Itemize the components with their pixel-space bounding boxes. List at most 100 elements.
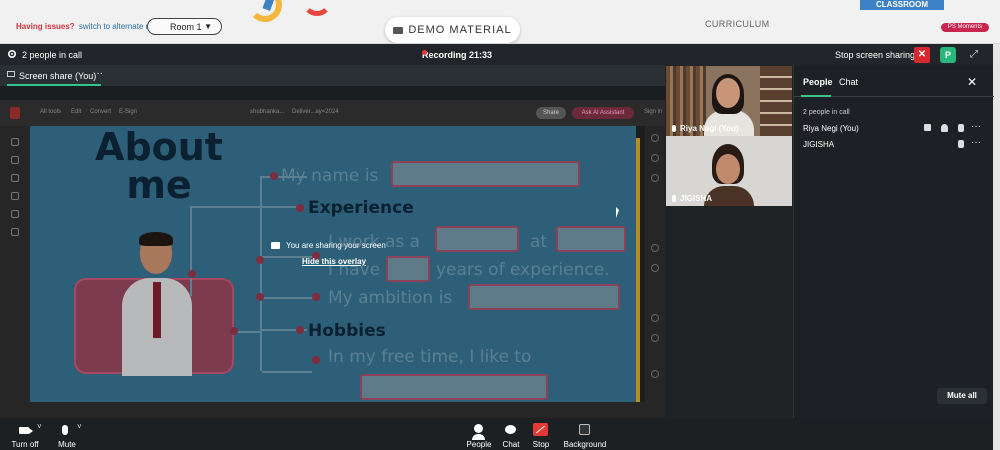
slide-input-box	[435, 226, 519, 252]
video-tile[interactable]: Riya Negi (You)	[666, 66, 792, 136]
people-label: People	[466, 440, 492, 449]
acrobat-filename: shubhanka...	[250, 109, 285, 115]
tab-screen-share[interactable]: Screen share (You)	[19, 71, 96, 81]
tool-icon	[651, 264, 659, 272]
tool-icon	[11, 192, 19, 200]
chat-button[interactable]: Chat	[496, 418, 526, 450]
tool-icon	[651, 154, 659, 162]
acrobat-bottom-bar	[0, 402, 665, 418]
acrobat-logo-icon	[10, 107, 20, 119]
ps-moments-badge[interactable]: PS Moments	[941, 23, 989, 32]
tool-icon	[11, 210, 19, 218]
call-header: 2 people in call Recording 21:33 Stop sc…	[0, 44, 993, 65]
mute-button[interactable]: ˅ Mute	[50, 418, 84, 450]
tool-icon	[11, 156, 19, 164]
slide-text: In my free time, I like to	[328, 347, 532, 367]
stop-share-button[interactable]: Stop	[526, 418, 556, 450]
chat-icon	[505, 425, 516, 434]
node-dot	[296, 326, 304, 334]
tool-icon	[651, 314, 659, 322]
close-icon[interactable]: ✕	[967, 75, 977, 89]
mic-icon	[62, 425, 68, 435]
slide-text: years of experience.	[436, 260, 610, 280]
video-name-label: Riya Negi (You)	[672, 124, 739, 133]
node-dot	[256, 256, 264, 264]
slide-text: My name is	[281, 166, 379, 186]
stop-sharing-button[interactable]: ✕	[914, 47, 930, 63]
demo-material-button[interactable]: DEMO MATERIAL	[385, 17, 520, 43]
acrobat-menu-item: Convert	[90, 109, 112, 115]
demo-material-label: DEMO MATERIAL	[408, 24, 512, 36]
chevron-down-icon[interactable]: ˅	[37, 422, 42, 431]
slide-text: at	[530, 232, 548, 252]
tab-people[interactable]: People	[803, 77, 833, 87]
people-panel: People Chat ✕ 2 people in call Riya Negi…	[793, 65, 994, 418]
acrobat-menu-item: E-Sign	[119, 109, 138, 115]
acrobat-ai-button: Ask AI Assistant	[572, 107, 634, 119]
panel-tabs: People Chat ✕	[794, 65, 994, 97]
more-options-icon[interactable]: ···	[971, 121, 981, 132]
chevron-down-icon[interactable]: ˅	[77, 422, 82, 431]
tool-icon	[651, 134, 659, 142]
people-count: 2 people in call	[22, 50, 83, 60]
mic-icon[interactable]	[958, 124, 964, 132]
folder-icon	[393, 26, 404, 34]
pin-icon[interactable]	[941, 124, 948, 132]
background-button[interactable]: Background	[556, 418, 614, 450]
mute-all-button[interactable]: Mute all	[937, 388, 987, 404]
slide-input-box	[360, 374, 548, 400]
issues-text: Having issues?	[16, 22, 75, 31]
tool-icon	[11, 174, 19, 182]
tab-chat[interactable]: Chat	[839, 77, 858, 87]
video-tile[interactable]: JIGISHA	[666, 136, 792, 206]
recording-text: Recording 21:33	[422, 50, 493, 60]
node-dot	[270, 172, 278, 180]
participant-name: JIGISHA	[680, 194, 713, 203]
gear-icon[interactable]	[7, 49, 17, 59]
tool-icon	[651, 244, 659, 252]
expand-icon[interactable]: ⤢	[966, 47, 982, 63]
active-tab-indicator	[801, 95, 831, 97]
issues-notice: Having issues? switch to alternate room	[16, 22, 164, 31]
stop-share-icon	[533, 423, 548, 436]
mic-icon[interactable]	[958, 140, 964, 148]
people-icon	[472, 424, 485, 440]
node-dot	[312, 356, 320, 364]
slide-title-line: me	[126, 163, 192, 207]
camera-icon	[19, 427, 33, 434]
avatar[interactable]: P	[940, 47, 956, 63]
hide-overlay-link[interactable]: Hide this overlay	[302, 257, 366, 266]
screen-share-tab-bar: Screen share (You) ···	[0, 65, 665, 86]
call-controls: ˅ Turn off ˅ Mute People Chat Stop Backg…	[0, 418, 993, 450]
screen-share-icon	[271, 242, 280, 249]
slide-text: My ambition is	[328, 288, 453, 308]
top-banner: Having issues? switch to alternate room …	[0, 0, 1000, 44]
recording-status: Recording 21:33	[422, 50, 492, 60]
participant-row[interactable]: Riya Negi (You) ···	[803, 121, 988, 136]
sharing-overlay: You are sharing your screen Hide this ov…	[271, 239, 406, 279]
camera-button[interactable]: ˅ Turn off	[0, 418, 50, 450]
node-dot	[230, 327, 238, 335]
acrobat-filename-2: Deliver...ay=2024	[292, 109, 339, 115]
more-options-icon[interactable]: ···	[971, 137, 981, 148]
video-name-label: JIGISHA	[672, 194, 712, 203]
more-options-icon[interactable]: ···	[93, 68, 103, 79]
sharing-message: You are sharing your screen	[271, 241, 386, 250]
screen-share-area: All tools Edit Convert E-Sign shubhanka.…	[0, 86, 665, 418]
slide-title: About me	[84, 128, 234, 204]
room-selector[interactable]: Room 1 ▼	[147, 18, 222, 35]
page-scrollbar[interactable]	[993, 44, 1000, 450]
stop-label: Stop	[532, 440, 550, 449]
mouse-cursor-icon	[616, 207, 619, 218]
participant-name: Riya Negi (You)	[680, 124, 739, 133]
node-dot	[188, 270, 196, 278]
participant-row[interactable]: JIGISHA ···	[803, 137, 988, 152]
camera-label: Turn off	[11, 440, 39, 449]
participant-name: JIGISHA	[803, 140, 835, 149]
tool-icon	[651, 370, 659, 378]
acrobat-toolbar: All tools Edit Convert E-Sign shubhanka.…	[0, 100, 665, 126]
people-button[interactable]: People	[462, 418, 496, 450]
curriculum-link[interactable]: CURRICULUM	[705, 19, 770, 29]
screen-icon	[7, 71, 15, 77]
node-dot	[312, 293, 320, 301]
